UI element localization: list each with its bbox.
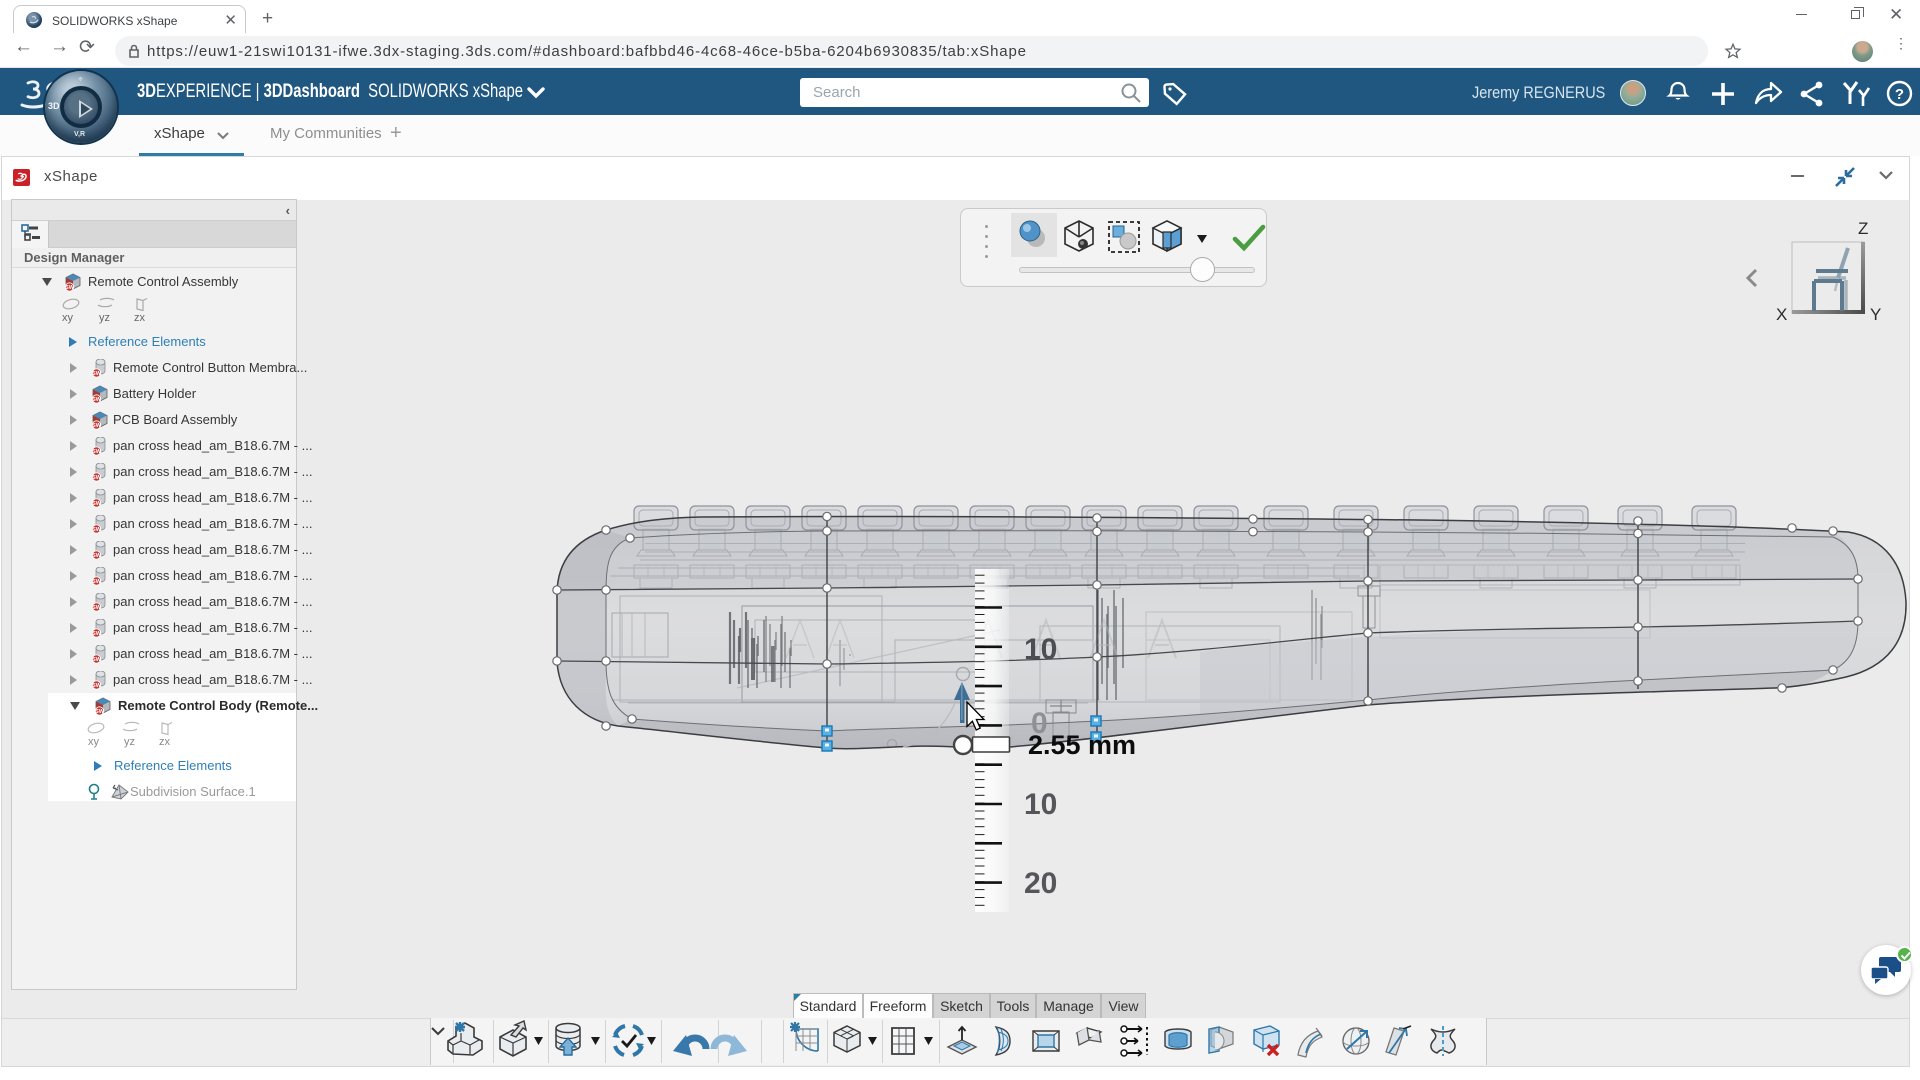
svg-text:SW: SW [95, 709, 105, 715]
svg-text:10: 10 [1024, 788, 1057, 821]
svg-text:SW: SW [92, 553, 102, 559]
svg-text:SW: SW [92, 527, 102, 533]
svg-text:SW: SW [92, 449, 102, 455]
svg-text:SW: SW [92, 371, 102, 377]
svg-text:SW: SW [92, 683, 102, 689]
svg-text:SW: SW [92, 475, 102, 481]
svg-text:SW: SW [92, 579, 102, 585]
svg-text:SW: SW [92, 397, 102, 403]
svg-text:SW: SW [92, 631, 102, 637]
svg-text:SW: SW [92, 657, 102, 663]
svg-text:SW: SW [65, 285, 75, 291]
svg-text:SW: SW [92, 423, 102, 429]
svg-text:10: 10 [1024, 633, 1057, 666]
svg-text:SW: SW [92, 605, 102, 611]
svg-text:20: 20 [1024, 867, 1057, 900]
svg-text:2.55 mm: 2.55 mm [1028, 730, 1136, 760]
svg-text:SW: SW [92, 501, 102, 507]
